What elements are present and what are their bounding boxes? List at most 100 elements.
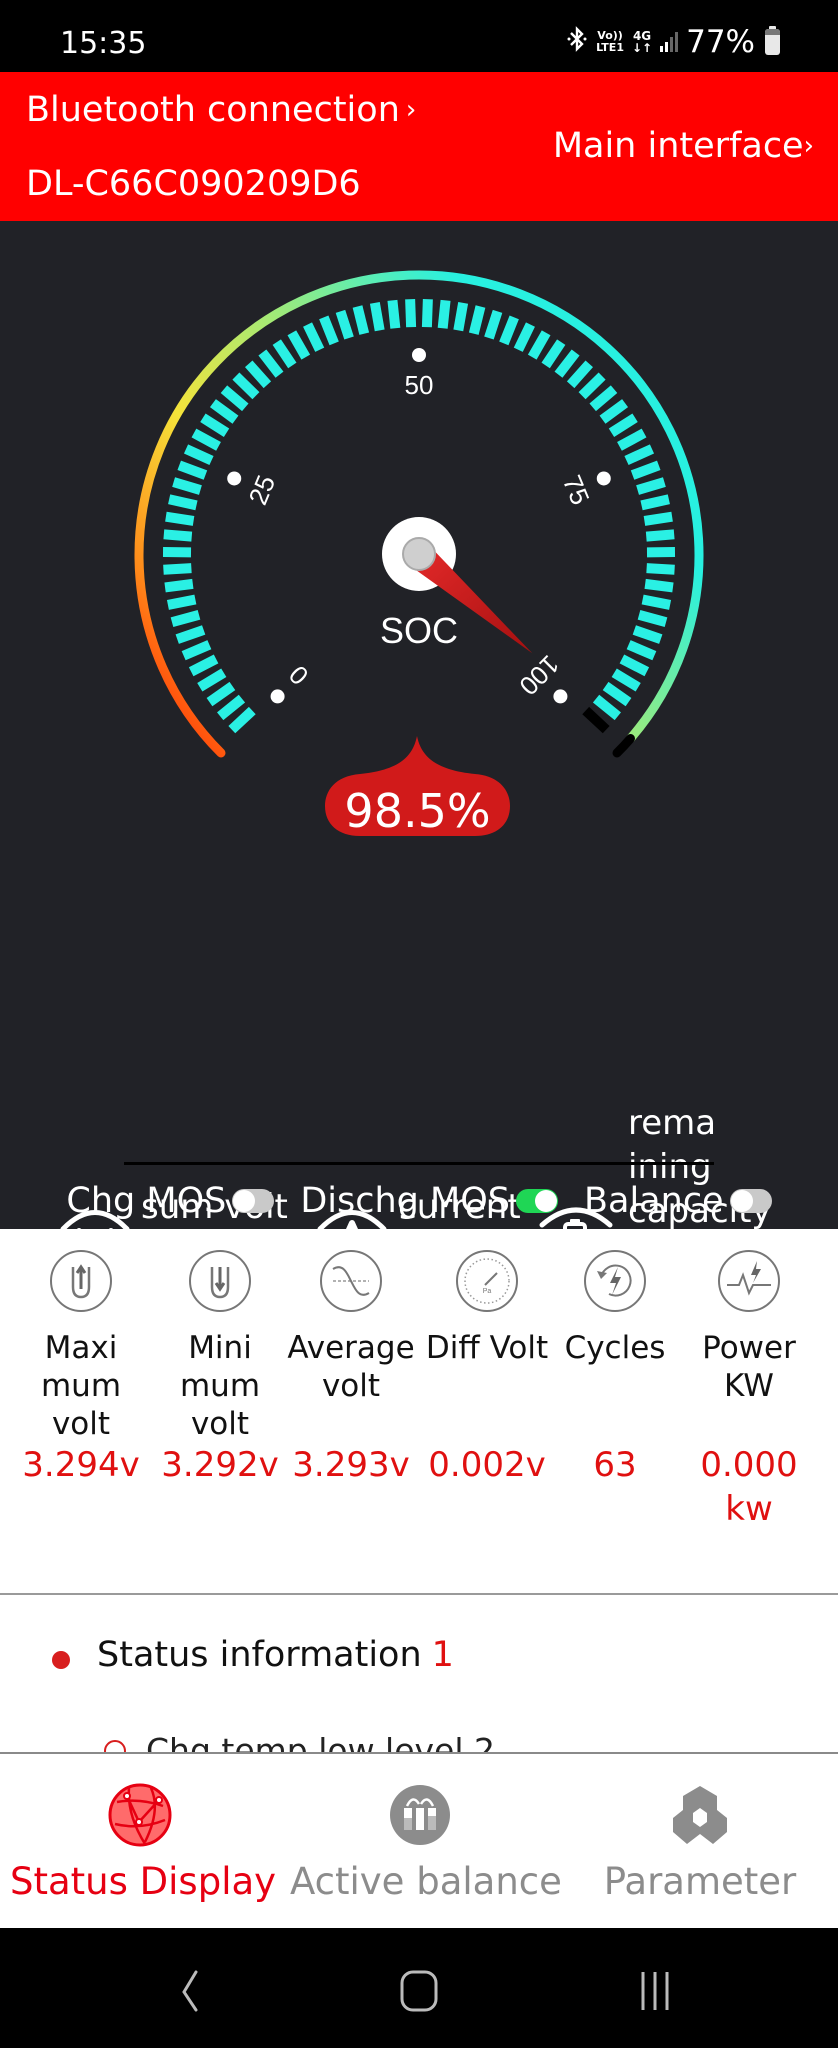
gauge-tick xyxy=(640,494,670,511)
gauge-tick xyxy=(170,610,201,628)
nav-parameter[interactable]: Parameter xyxy=(590,1754,810,1928)
diff-volt-value: 0.002v xyxy=(428,1445,546,1485)
cell-stats: Maxi mum volt 3.294v Mini mum volt 3.292… xyxy=(0,1229,838,1594)
gauge-tick xyxy=(626,640,657,661)
gauge-tick xyxy=(163,529,193,542)
gauge-tick xyxy=(578,372,606,400)
home-icon[interactable] xyxy=(390,1966,450,2016)
max-volt-value: 3.294v xyxy=(22,1445,140,1485)
needle-cap xyxy=(402,537,436,571)
gauge-arc-remainder xyxy=(612,734,635,758)
gauge-tick-label: 50 xyxy=(405,370,434,400)
nav-active-balance[interactable]: Active balance xyxy=(290,1754,562,1928)
gauge-tick xyxy=(499,315,519,346)
power-value: 0.000kw xyxy=(700,1445,798,1529)
gauge-tick xyxy=(319,315,339,346)
gauge-tick xyxy=(181,640,212,661)
back-icon[interactable] xyxy=(160,1966,220,2016)
gauge-tick xyxy=(405,298,417,328)
stat-max-volt: Maxi mum volt 3.294v xyxy=(12,1249,150,1487)
chg-mos-toggle[interactable] xyxy=(232,1189,275,1213)
average-voltage-icon xyxy=(319,1249,383,1313)
status-item[interactable]: Chg temp low level 2 xyxy=(104,1731,495,1753)
gauge-tick xyxy=(608,413,638,437)
status-bullet-icon xyxy=(52,1651,70,1669)
stat-label-line: volt xyxy=(190,1406,250,1442)
gauge-tick xyxy=(352,305,370,335)
gauge-tick xyxy=(191,428,221,451)
gauge-tick xyxy=(175,625,206,644)
power-icon xyxy=(717,1249,781,1313)
gauge-tick xyxy=(599,399,629,424)
dischg-mos: Dischg MOS xyxy=(300,1181,558,1221)
stat-label-line: Mini xyxy=(188,1330,252,1366)
nav-label: Status Display xyxy=(10,1860,277,1903)
gauge-tick xyxy=(197,668,227,692)
mos-switches: Chg MOS Dischg MOS Balance xyxy=(0,1176,838,1226)
gauge-ticks xyxy=(162,298,676,734)
gauge-tick xyxy=(206,681,236,707)
bottom-navigation: Status Display Active balance Parameter xyxy=(0,1754,838,1928)
gauge-tick xyxy=(619,654,650,677)
diff-voltage-icon: Pa xyxy=(455,1249,519,1313)
min-volt-value: 3.292v xyxy=(161,1445,279,1485)
gauge-tick xyxy=(611,668,641,692)
nav-status-display[interactable]: Status Display xyxy=(10,1754,277,1928)
chg-mos-label: Chg MOS xyxy=(66,1181,227,1221)
signal-icon xyxy=(660,32,679,52)
gauge-color-arc xyxy=(134,270,704,758)
recents-icon[interactable] xyxy=(625,1966,685,2016)
gauge-tick xyxy=(287,330,311,360)
gauge-major-dot xyxy=(596,471,611,486)
balance-toggle[interactable] xyxy=(729,1189,772,1213)
gauge-tick xyxy=(217,694,246,721)
gauge-tick xyxy=(437,299,451,329)
gauge-tick xyxy=(554,349,580,378)
system-navigation-bar xyxy=(0,1928,838,2048)
gauge-tick xyxy=(513,322,535,352)
chevron-right-icon: › xyxy=(803,131,814,161)
stat-cycles: Cycles 63 xyxy=(546,1249,684,1487)
gauge-tick xyxy=(165,511,195,526)
warning-icon xyxy=(104,1739,126,1753)
nav-label: Active balance xyxy=(290,1860,562,1903)
gauge-tick xyxy=(624,444,655,466)
status-bar: 15:35 Vo)) LTE1 4G ↓↑ 77% xyxy=(0,0,838,72)
gauge-tick xyxy=(168,494,198,511)
gauge-tick xyxy=(645,529,675,542)
gauge-major-dot xyxy=(412,348,426,362)
gauge-tick xyxy=(303,322,325,352)
gauge-tick xyxy=(541,339,566,369)
gauge-tick xyxy=(209,399,239,424)
gauge-tick xyxy=(527,330,551,360)
stat-diff-volt: Pa Diff Volt 0.002v xyxy=(418,1249,556,1487)
device-id: DL-C66C090209D6 xyxy=(26,164,361,204)
remaining-capacity-label-1: rema xyxy=(628,1103,717,1143)
cycles-icon xyxy=(583,1249,647,1313)
volte-icon: Vo)) LTE1 xyxy=(596,29,624,54)
soc-value: 98.5% xyxy=(344,784,491,838)
chevron-right-icon: › xyxy=(405,95,417,125)
gauge-tick xyxy=(172,477,202,495)
gauge-tick xyxy=(220,385,249,412)
gauge-tick xyxy=(617,428,647,451)
network-4g-icon: 4G ↓↑ xyxy=(631,29,653,55)
gauge-tick-label: 0 xyxy=(283,660,314,691)
gauge-tick xyxy=(272,339,297,369)
min-voltage-icon xyxy=(188,1249,252,1313)
status-count: 1 xyxy=(431,1635,454,1675)
soc-badge: 98.5% xyxy=(325,736,510,838)
gauge-major-dot xyxy=(270,689,285,704)
gauge-major-dot xyxy=(227,471,242,486)
nav-label: Parameter xyxy=(603,1860,797,1903)
main-interface-link[interactable]: Main interface › xyxy=(553,126,814,166)
gauge-tick xyxy=(484,309,503,340)
gauge-tick xyxy=(453,301,469,332)
bluetooth-icon xyxy=(566,25,588,60)
gauge-tick xyxy=(188,654,219,677)
balance-label: Balance xyxy=(584,1181,724,1221)
chg-mos: Chg MOS xyxy=(66,1181,275,1221)
dischg-mos-toggle[interactable] xyxy=(516,1189,558,1213)
bluetooth-connection-link[interactable]: Bluetooth connection › xyxy=(26,90,416,130)
main-interface-label: Main interface xyxy=(552,126,804,166)
